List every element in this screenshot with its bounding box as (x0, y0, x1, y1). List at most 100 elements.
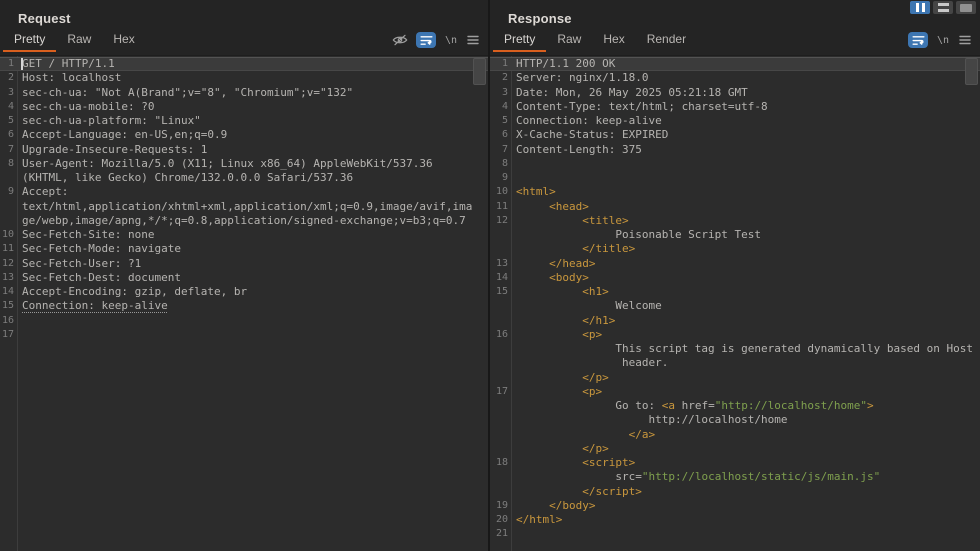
http-message-editor: Request PrettyRawHex (0, 0, 980, 551)
code-line[interactable]: 18 <script> (490, 456, 980, 470)
code-line[interactable]: 2Host: localhost (0, 71, 488, 85)
line-text: </a> (511, 428, 980, 442)
code-line[interactable]: Go to: <a href="http://localhost/home"> (490, 399, 980, 413)
response-scrollbar-thumb[interactable] (965, 58, 978, 85)
request-scrollbar-thumb[interactable] (473, 58, 486, 85)
line-text: Server: nginx/1.18.0 (511, 71, 980, 85)
code-line[interactable]: 10Sec-Fetch-Site: none (0, 228, 488, 242)
tab-pretty[interactable]: Pretty (3, 29, 56, 52)
code-line[interactable]: </p> (490, 442, 980, 456)
code-line[interactable]: 13 </head> (490, 257, 980, 271)
code-line[interactable]: 16 (0, 314, 488, 328)
line-text (511, 171, 980, 185)
code-line[interactable]: 3sec-ch-ua: "Not A(Brand";v="8", "Chromi… (0, 86, 488, 100)
code-line[interactable]: 12 <title> (490, 214, 980, 228)
hide-nonprinting-icon[interactable] (392, 32, 408, 48)
code-line[interactable]: 14Accept-Encoding: gzip, deflate, br (0, 285, 488, 299)
code-line[interactable]: 4Content-Type: text/html; charset=utf-8 (490, 100, 980, 114)
request-panel: Request PrettyRawHex (0, 0, 488, 551)
code-line[interactable]: Welcome (490, 299, 980, 313)
line-text: Sec-Fetch-Mode: navigate (17, 242, 488, 256)
code-line[interactable]: Poisonable Script Test (490, 228, 980, 242)
code-line[interactable]: This script tag is generated dynamically… (490, 342, 980, 356)
code-line[interactable]: 17 (0, 328, 488, 342)
line-text: </body> (511, 499, 980, 513)
code-line[interactable]: 10<html> (490, 185, 980, 199)
code-line[interactable]: 7Upgrade-Insecure-Requests: 1 (0, 143, 488, 157)
code-line[interactable]: 8User-Agent: Mozilla/5.0 (X11; Linux x86… (0, 157, 488, 171)
tab-raw[interactable]: Raw (546, 29, 592, 52)
code-line[interactable]: 14 <body> (490, 271, 980, 285)
code-line[interactable]: 15 <h1> (490, 285, 980, 299)
word-wrap-toggle-icon[interactable] (416, 32, 436, 48)
code-line[interactable]: 9Accept: (0, 185, 488, 199)
code-line[interactable]: (KHTML, like Gecko) Chrome/132.0.0.0 Saf… (0, 171, 488, 185)
code-line[interactable]: </script> (490, 485, 980, 499)
line-number: 10 (490, 185, 511, 199)
code-line[interactable]: 21 (490, 527, 980, 541)
code-line[interactable]: </title> (490, 242, 980, 256)
line-number: 11 (490, 200, 511, 214)
code-line[interactable]: ge/webp,image/apng,*/*;q=0.8,application… (0, 214, 488, 228)
code-line[interactable]: 19 </body> (490, 499, 980, 513)
line-text: http://localhost/home (511, 413, 980, 427)
tab-hex[interactable]: Hex (592, 29, 635, 52)
line-number: 8 (490, 157, 511, 171)
line-text: Upgrade-Insecure-Requests: 1 (17, 143, 488, 157)
layout-rows-button[interactable] (933, 1, 953, 14)
code-line[interactable]: 8 (490, 157, 980, 171)
tab-raw[interactable]: Raw (56, 29, 102, 52)
line-number: 13 (490, 257, 511, 271)
code-line[interactable]: 2Server: nginx/1.18.0 (490, 71, 980, 85)
newline-toggle[interactable]: \n (444, 32, 458, 48)
code-line[interactable]: 1GET / HTTP/1.1 (0, 57, 488, 71)
code-line[interactable]: 16 <p> (490, 328, 980, 342)
newline-toggle[interactable]: \n (936, 32, 950, 48)
code-line[interactable]: 6Accept-Language: en-US,en;q=0.9 (0, 128, 488, 142)
line-text: Poisonable Script Test (511, 228, 980, 242)
layout-single-button[interactable] (956, 1, 976, 14)
code-line[interactable]: 11 <head> (490, 200, 980, 214)
line-text: HTTP/1.1 200 OK (511, 57, 980, 71)
code-line[interactable]: header. (490, 356, 980, 370)
code-line[interactable]: 6X-Cache-Status: EXPIRED (490, 128, 980, 142)
code-line[interactable]: 5Connection: keep-alive (490, 114, 980, 128)
code-line[interactable]: 5sec-ch-ua-platform: "Linux" (0, 114, 488, 128)
tab-pretty[interactable]: Pretty (493, 29, 546, 52)
line-number: 17 (0, 328, 17, 342)
response-editor[interactable]: 1HTTP/1.1 200 OK2Server: nginx/1.18.03Da… (490, 55, 980, 551)
code-line[interactable]: 9 (490, 171, 980, 185)
editor-menu-icon[interactable] (466, 32, 480, 48)
code-line[interactable]: http://localhost/home (490, 413, 980, 427)
code-line[interactable]: 12Sec-Fetch-User: ?1 (0, 257, 488, 271)
line-text: (KHTML, like Gecko) Chrome/132.0.0.0 Saf… (17, 171, 488, 185)
code-line[interactable]: </h1> (490, 314, 980, 328)
code-line[interactable]: 13Sec-Fetch-Dest: document (0, 271, 488, 285)
line-number (490, 470, 511, 484)
code-line[interactable]: 15Connection: keep-alive (0, 299, 488, 313)
tab-render[interactable]: Render (636, 29, 697, 52)
line-number (490, 485, 511, 499)
code-line[interactable]: 4sec-ch-ua-mobile: ?0 (0, 100, 488, 114)
editor-menu-icon[interactable] (958, 32, 972, 48)
code-line[interactable]: 11Sec-Fetch-Mode: navigate (0, 242, 488, 256)
request-editor[interactable]: 1GET / HTTP/1.12Host: localhost3sec-ch-u… (0, 55, 488, 551)
code-line[interactable]: 7Content-Length: 375 (490, 143, 980, 157)
line-text: Connection: keep-alive (511, 114, 980, 128)
line-text: X-Cache-Status: EXPIRED (511, 128, 980, 142)
code-line[interactable]: </a> (490, 428, 980, 442)
line-number: 16 (0, 314, 17, 328)
code-line[interactable]: 1HTTP/1.1 200 OK (490, 57, 980, 71)
layout-columns-button[interactable] (910, 1, 930, 14)
line-number (490, 228, 511, 242)
line-text: </p> (511, 371, 980, 385)
code-line[interactable]: 20</html> (490, 513, 980, 527)
code-line[interactable]: text/html,application/xhtml+xml,applicat… (0, 200, 488, 214)
code-line[interactable]: 3Date: Mon, 26 May 2025 05:21:18 GMT (490, 86, 980, 100)
code-line[interactable]: src="http://localhost/static/js/main.js" (490, 470, 980, 484)
code-line[interactable]: </p> (490, 371, 980, 385)
code-line[interactable]: 17 <p> (490, 385, 980, 399)
word-wrap-toggle-icon[interactable] (908, 32, 928, 48)
tab-hex[interactable]: Hex (102, 29, 145, 52)
line-number (490, 413, 511, 427)
